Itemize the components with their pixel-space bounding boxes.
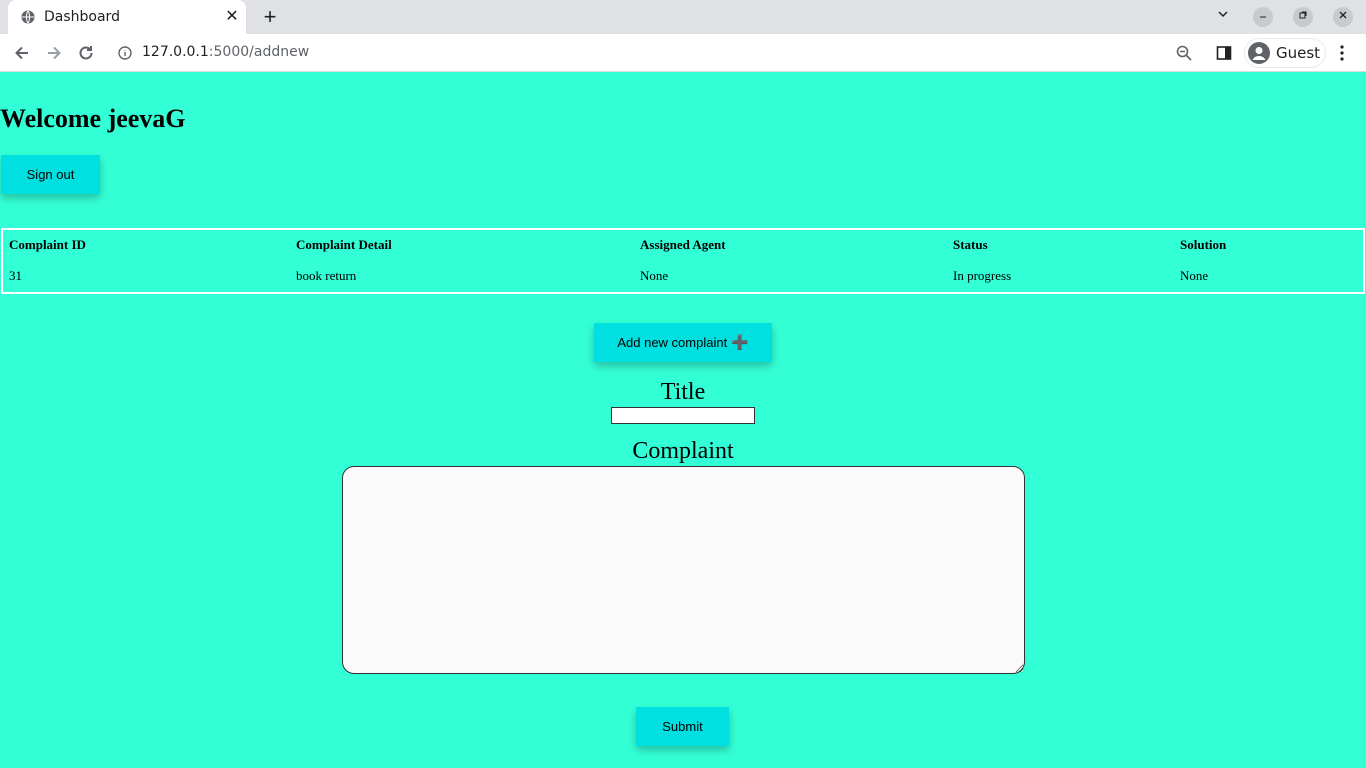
reload-icon xyxy=(79,46,93,60)
tab-title: Dashboard xyxy=(44,9,120,25)
complaint-textarea[interactable] xyxy=(342,466,1025,674)
side-panel-icon[interactable] xyxy=(1216,45,1232,61)
arrow-right-icon xyxy=(48,46,61,60)
submit-button[interactable]: Submit xyxy=(636,707,729,746)
address-bar[interactable]: 127.0.0.1:5000/addnew xyxy=(108,38,1224,68)
profile-button[interactable]: Guest xyxy=(1244,38,1326,68)
add-new-complaint-button[interactable]: Add new complaint ➕ xyxy=(594,323,772,362)
minimize-icon[interactable] xyxy=(1253,7,1273,27)
column-header: Complaint Detail xyxy=(296,237,392,252)
table-cell: 31 xyxy=(9,268,22,283)
browser-tab[interactable]: Dashboard ✕ xyxy=(8,0,246,34)
column-header: Status xyxy=(953,237,988,252)
profile-label: Guest xyxy=(1276,44,1321,62)
arrow-left-icon xyxy=(15,46,28,60)
column-header: Complaint ID xyxy=(9,237,86,252)
complaints-table: Complaint ID Complaint Detail Assigned A… xyxy=(1,228,1365,294)
tab-close-icon[interactable]: ✕ xyxy=(224,9,240,25)
url-text: 127.0.0.1:5000/addnew xyxy=(142,44,310,60)
globe-icon xyxy=(21,10,35,24)
complaint-label: Complaint xyxy=(632,438,734,464)
more-menu-icon[interactable] xyxy=(1337,44,1347,62)
zoom-icon[interactable] xyxy=(1176,45,1192,61)
table-header-row: Complaint ID Complaint Detail Assigned A… xyxy=(3,230,1363,261)
table-cell: None xyxy=(1180,268,1209,283)
column-header: Assigned Agent xyxy=(640,237,726,252)
browser-toolbar: 127.0.0.1:5000/addnew Guest xyxy=(0,34,1366,72)
restore-icon[interactable] xyxy=(1293,7,1313,27)
browser-tab-bar: Dashboard ✕ + xyxy=(0,0,1366,34)
table-cell: book return xyxy=(296,268,357,283)
sign-out-button[interactable]: Sign out xyxy=(1,155,100,194)
plus-icon: ➕ xyxy=(731,334,749,350)
back-button[interactable] xyxy=(10,41,34,65)
title-input[interactable] xyxy=(611,407,755,424)
info-icon[interactable] xyxy=(118,46,132,60)
add-new-label: Add new complaint xyxy=(617,335,728,350)
title-label: Title xyxy=(660,379,706,405)
welcome-heading: Welcome jeevaG xyxy=(0,104,186,133)
column-header: Solution xyxy=(1180,237,1227,252)
forward-button[interactable] xyxy=(42,41,66,65)
new-tab-button[interactable]: + xyxy=(258,6,282,28)
chevron-down-icon[interactable] xyxy=(1213,7,1233,27)
avatar-icon xyxy=(1248,42,1270,64)
reload-button[interactable] xyxy=(74,41,98,65)
table-row: 31 book return None In progress None xyxy=(3,261,1363,292)
table-cell: None xyxy=(640,268,669,283)
page-content: Welcome jeevaG Sign out Complaint ID Com… xyxy=(0,73,1366,768)
close-icon[interactable] xyxy=(1333,7,1353,27)
table-cell: In progress xyxy=(953,268,1012,283)
